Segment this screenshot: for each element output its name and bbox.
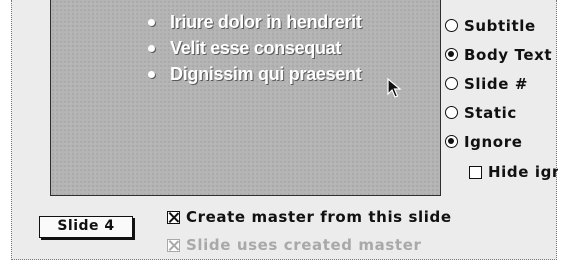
radio-button-selected-icon[interactable] [445, 135, 458, 148]
bullet-text: Velit esse consequat [170, 38, 342, 58]
radio-label: Body Text [464, 45, 553, 64]
bullet-item: Velit esse consequat [146, 35, 362, 61]
radio-label: Subtitle [464, 16, 536, 35]
radio-static[interactable]: Static [445, 98, 552, 127]
radio-ignore[interactable]: Ignore [445, 127, 552, 156]
bullet-text: Iriure dolor in hendrerit [170, 12, 362, 32]
radio-slide-number[interactable]: Slide # [445, 69, 552, 98]
create-master-checkbox[interactable]: Create master from this slide [167, 206, 452, 228]
checkbox-checked-disabled-icon [167, 238, 180, 252]
bullet-list: Iriure dolor in hendrerit Velit esse con… [146, 9, 362, 87]
bullet-item: Iriure dolor in hendrerit [146, 9, 362, 35]
slide-number-button[interactable]: Slide 4 [39, 216, 133, 238]
arrow-pointer-icon [387, 78, 402, 98]
checkbox-icon[interactable] [469, 165, 482, 179]
checkbox-checked-icon[interactable] [167, 210, 180, 224]
radio-label: Static [464, 103, 517, 122]
radio-body-text[interactable]: Body Text [445, 40, 552, 69]
bullet-icon [148, 45, 155, 52]
dialog-panel: Iriure dolor in hendrerit Velit esse con… [11, 0, 558, 260]
uses-master-checkbox: Slide uses created master [167, 234, 421, 256]
bullet-icon [148, 19, 155, 26]
radio-button-selected-icon[interactable] [445, 48, 458, 61]
bullet-text: Dignissim qui praesent [170, 64, 362, 84]
bullet-icon [148, 71, 155, 78]
checkbox-label: Slide uses created master [186, 236, 422, 254]
radio-subtitle[interactable]: Subtitle [445, 11, 552, 40]
bullet-item: Dignissim qui praesent [146, 61, 362, 87]
radio-button-icon[interactable] [445, 106, 458, 119]
slide-preview[interactable]: Iriure dolor in hendrerit Velit esse con… [50, 0, 441, 196]
radio-button-icon[interactable] [445, 19, 458, 32]
radio-button-icon[interactable] [445, 77, 458, 90]
text-type-radio-group: Subtitle Body Text Slide # Static Ignore [445, 11, 552, 156]
hide-ignored-checkbox[interactable]: Hide ign [469, 161, 558, 183]
radio-label: Slide # [464, 74, 528, 93]
checkbox-label: Hide ign [488, 163, 558, 181]
radio-label: Ignore [464, 132, 523, 151]
checkbox-label: Create master from this slide [186, 208, 452, 226]
